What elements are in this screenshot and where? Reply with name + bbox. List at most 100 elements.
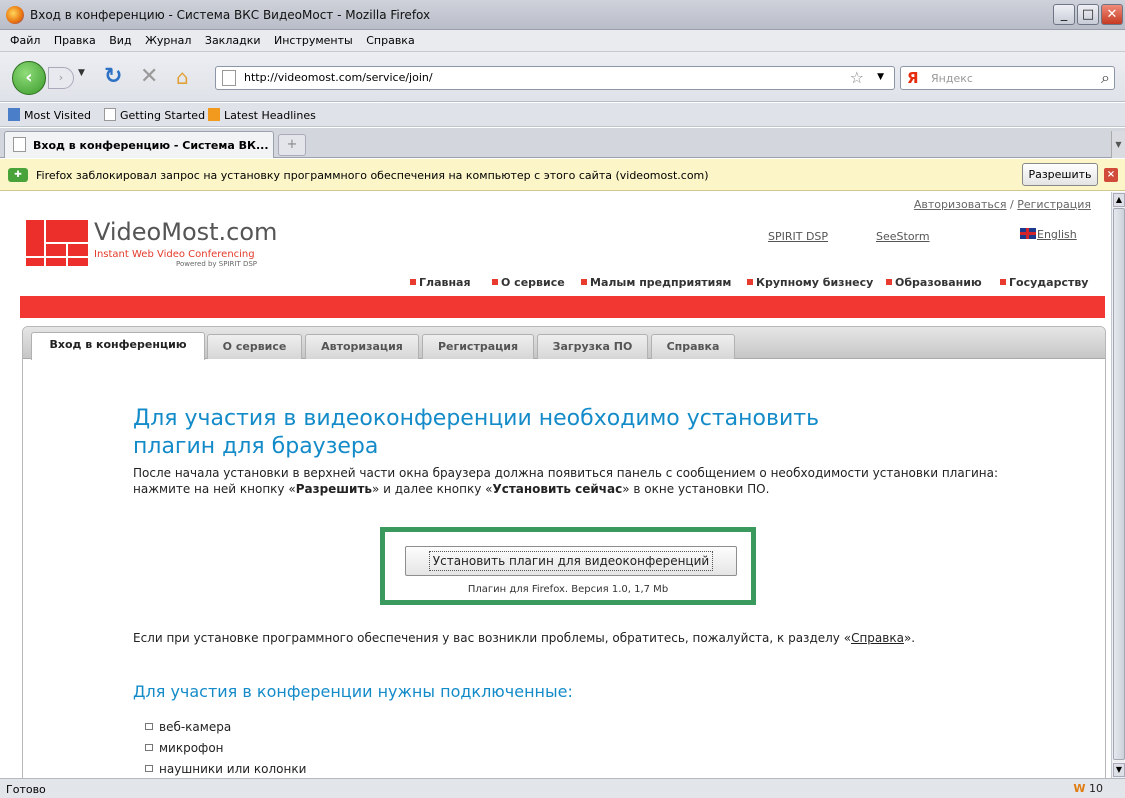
help-link[interactable]: Справка	[851, 631, 904, 645]
logo-square	[26, 220, 44, 256]
bookmarks-toolbar: Most Visited Getting Started Latest Head…	[0, 103, 1125, 127]
logo-square	[46, 244, 66, 256]
scroll-thumb[interactable]	[1113, 208, 1125, 760]
url-text[interactable]: http://videomost.com/service/join/	[244, 71, 433, 84]
yandex-icon[interactable]: Я	[907, 69, 919, 87]
install-instructions: После начала установки в верхней части о…	[133, 466, 999, 496]
home-icon[interactable]: ⌂	[176, 64, 189, 90]
history-dropdown-icon[interactable]: ▼	[78, 68, 85, 78]
section-tabs: Вход в конференцию О сервисе Авторизация…	[23, 327, 1105, 360]
nav-government[interactable]: Государству	[1000, 276, 1088, 289]
menu-view[interactable]: Вид	[109, 30, 131, 52]
logo-text: VideoMost.com	[94, 218, 278, 246]
page-icon	[13, 137, 26, 152]
back-button[interactable]: ‹	[12, 61, 46, 95]
bullet-icon	[410, 279, 416, 285]
browser-tab[interactable]: Вход в конференцию - Система ВК...	[4, 131, 274, 158]
install-highlight-box: Установить плагин для видеоконференций П…	[380, 527, 756, 605]
maximize-button[interactable]: □	[1077, 4, 1099, 25]
url-bar[interactable]: http://videomost.com/service/join/ ☆ ▼	[215, 66, 895, 90]
bullet-icon	[747, 279, 753, 285]
logo-powered: Powered by SPIRIT DSP	[176, 260, 258, 268]
auth-links: Авторизоваться / Регистрация	[913, 198, 1091, 211]
plugin-info: Плагин для Firefox. Версия 1.0, 1,7 Mb	[467, 584, 669, 595]
menu-file[interactable]: Файл	[10, 30, 40, 52]
search-placeholder[interactable]: Яндекс	[931, 72, 973, 85]
status-text: Готово	[6, 783, 46, 796]
seestorm-link[interactable]: SeeStorm	[876, 230, 930, 243]
nav-education[interactable]: Образованию	[886, 276, 982, 289]
stop-icon[interactable]: ✕	[140, 64, 158, 90]
logo-square	[26, 258, 44, 266]
page-icon	[104, 108, 116, 121]
minimize-button[interactable]: _	[1053, 4, 1075, 25]
nav-small-business[interactable]: Малым предприятиям	[581, 276, 731, 289]
logo-square	[46, 220, 88, 242]
bookmark-getting-started[interactable]: Getting Started	[104, 108, 205, 122]
bookmark-most-visited[interactable]: Most Visited	[8, 108, 91, 122]
tab-join-conference[interactable]: Вход в конференцию	[31, 332, 205, 360]
bookmark-star-icon[interactable]: ☆	[850, 68, 864, 87]
folder-icon	[8, 108, 20, 121]
search-box[interactable]: Я Яндекс ⌕	[900, 66, 1115, 90]
tab-list-icon[interactable]: ▼	[1111, 131, 1125, 158]
allow-button[interactable]: Разрешить	[1022, 163, 1098, 186]
vertical-scrollbar[interactable]: ▲ ▼	[1111, 192, 1125, 778]
rss-icon	[208, 108, 220, 121]
window-titlebar: Вход в конференцию - Система ВКС ВидеоМо…	[0, 0, 1125, 30]
list-item: микрофон	[145, 738, 306, 759]
scroll-down-icon[interactable]: ▼	[1113, 763, 1125, 777]
menu-help[interactable]: Справка	[366, 30, 414, 52]
menu-edit[interactable]: Правка	[54, 30, 96, 52]
uk-flag-icon	[1020, 228, 1036, 239]
search-icon[interactable]: ⌕	[1101, 68, 1110, 88]
navigation-toolbar: ‹ › ▼ ↻ ✕ ⌂ http://videomost.com/service…	[0, 52, 1125, 102]
notification-bar: ✚ Firefox заблокировал запрос на установ…	[0, 159, 1125, 191]
scroll-up-icon[interactable]: ▲	[1113, 193, 1125, 207]
list-item: наушники или колонки	[145, 759, 306, 778]
nav-big-business[interactable]: Крупному бизнесу	[747, 276, 873, 289]
window-title: Вход в конференцию - Система ВКС ВидеоМо…	[30, 8, 431, 22]
url-dropdown-icon[interactable]: ▼	[877, 72, 884, 82]
spirit-dsp-link[interactable]: SPIRIT DSP	[768, 230, 828, 243]
tab-registration[interactable]: Регистрация	[422, 334, 534, 359]
list-item: веб-камера	[145, 717, 306, 738]
new-tab-button[interactable]: +	[278, 134, 306, 156]
reload-icon[interactable]: ↻	[104, 64, 122, 90]
bullet-icon	[1000, 279, 1006, 285]
english-link[interactable]: English	[1020, 228, 1077, 241]
red-banner	[20, 296, 1105, 318]
nav-home[interactable]: Главная	[410, 276, 471, 289]
requirements-list: веб-камера микрофон наушники или колонки	[145, 717, 306, 778]
tab-download[interactable]: Загрузка ПО	[537, 334, 648, 359]
login-link[interactable]: Авторизоваться	[914, 198, 1007, 211]
tab-help[interactable]: Справка	[651, 334, 735, 359]
content-panel: Вход в конференцию О сервисе Авторизация…	[22, 326, 1106, 778]
tab-authorization[interactable]: Авторизация	[305, 334, 419, 359]
logo-square	[68, 258, 88, 266]
close-notification-icon[interactable]: ×	[1104, 168, 1118, 182]
help-text: Если при установке программного обеспече…	[133, 631, 916, 645]
menu-history[interactable]: Журнал	[145, 30, 191, 52]
menu-tools[interactable]: Инструменты	[274, 30, 353, 52]
tab-about[interactable]: О сервисе	[207, 334, 302, 359]
close-window-button[interactable]: ✕	[1101, 4, 1123, 25]
logo-subtitle: Instant Web Video Conferencing	[94, 249, 255, 260]
firefox-logo-icon	[6, 6, 24, 24]
register-link[interactable]: Регистрация	[1017, 198, 1091, 211]
status-bar: Готово W 10	[0, 778, 1125, 798]
tab-title[interactable]: Вход в конференцию - Система ВК...	[33, 139, 269, 152]
nav-about[interactable]: О сервисе	[492, 276, 565, 289]
status-counter[interactable]: W 10	[1073, 782, 1103, 795]
logo-square	[68, 244, 88, 256]
tab-bar: Вход в конференцию - Система ВК... + ▼	[0, 128, 1125, 158]
install-plugin-button[interactable]: Установить плагин для видеоконференций	[405, 546, 737, 576]
notification-text: Firefox заблокировал запрос на установку…	[36, 169, 709, 182]
requirements-heading: Для участия в конференции нужны подключе…	[133, 682, 573, 701]
page-icon	[222, 70, 236, 86]
page-heading: Для участия в видеоконференции необходим…	[133, 406, 820, 459]
menu-bookmarks[interactable]: Закладки	[205, 30, 261, 52]
forward-button[interactable]: ›	[48, 67, 74, 89]
bullet-icon	[886, 279, 892, 285]
bookmark-latest-headlines[interactable]: Latest Headlines	[208, 108, 316, 122]
